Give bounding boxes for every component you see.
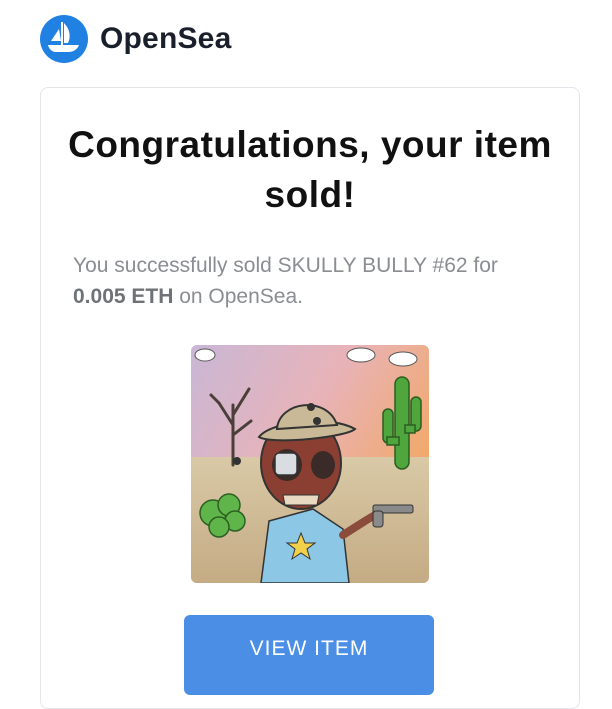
view-item-button[interactable]: VIEW ITEM [184, 615, 434, 695]
email-card: Congratulations, your item sold! You suc… [40, 87, 580, 709]
sale-message-suffix: on OpenSea. [173, 285, 303, 308]
nft-image[interactable] [191, 345, 429, 583]
sale-message-prefix: You successfully sold SKULLY BULLY #62 f… [73, 254, 498, 277]
sale-price: 0.005 ETH [73, 285, 174, 308]
opensea-logo-icon[interactable] [40, 15, 88, 63]
sale-message: You successfully sold SKULLY BULLY #62 f… [73, 250, 553, 312]
page-title: Congratulations, your item sold! [68, 124, 552, 215]
brand-name[interactable]: OpenSea [100, 22, 231, 56]
email-header: OpenSea [40, 14, 231, 64]
